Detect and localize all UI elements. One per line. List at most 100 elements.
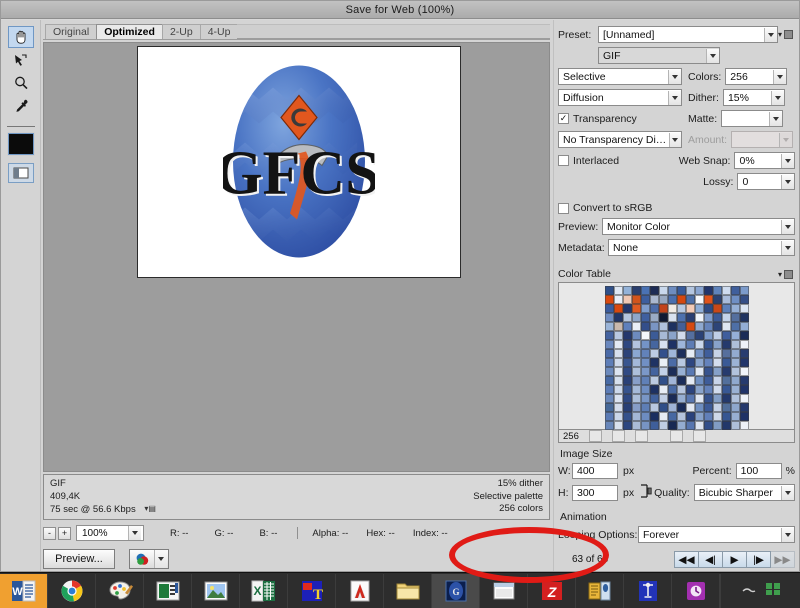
color-swatch[interactable]: [694, 412, 704, 421]
transparency-dither-select[interactable]: No Transparency Dither: [558, 131, 682, 148]
color-swatch[interactable]: [703, 385, 713, 394]
taskbar-app-gold[interactable]: [576, 573, 624, 608]
color-swatch[interactable]: [676, 394, 686, 403]
color-swatch[interactable]: [604, 358, 614, 367]
color-swatch[interactable]: [658, 349, 668, 358]
preset-panel-menu-button[interactable]: ▾: [778, 30, 795, 39]
color-swatch[interactable]: [712, 403, 722, 412]
lossy-select[interactable]: 0: [737, 173, 795, 190]
color-swatch[interactable]: [703, 412, 713, 421]
color-swatch[interactable]: [622, 376, 632, 385]
color-swatch[interactable]: [712, 322, 722, 331]
color-swatch[interactable]: [622, 367, 632, 376]
color-swatch[interactable]: [739, 385, 749, 394]
color-swatch[interactable]: [703, 421, 713, 430]
color-swatch[interactable]: [730, 313, 740, 322]
zoom-in-button[interactable]: +: [58, 526, 71, 540]
color-swatch[interactable]: [658, 376, 668, 385]
color-swatch[interactable]: [631, 358, 641, 367]
transparency-checkbox[interactable]: ✓: [558, 113, 569, 124]
color-swatch[interactable]: [685, 367, 695, 376]
color-swatch[interactable]: [640, 295, 650, 304]
color-swatch[interactable]: [712, 358, 722, 367]
color-swatch[interactable]: [712, 286, 722, 295]
color-swatch[interactable]: [667, 376, 677, 385]
color-swatch[interactable]: [622, 412, 632, 421]
color-swatch[interactable]: [712, 304, 722, 313]
constrain-proportions-icon[interactable]: [640, 483, 652, 502]
color-swatch[interactable]: [622, 313, 632, 322]
color-swatch[interactable]: [694, 394, 704, 403]
color-swatch[interactable]: [685, 403, 695, 412]
color-swatch[interactable]: [604, 412, 614, 421]
color-swatch[interactable]: [685, 412, 695, 421]
color-swatch[interactable]: [694, 313, 704, 322]
color-swatch[interactable]: [667, 412, 677, 421]
tab-4up[interactable]: 4-Up: [199, 24, 239, 39]
color-swatch[interactable]: [739, 412, 749, 421]
color-swatch[interactable]: [739, 295, 749, 304]
color-swatch[interactable]: [622, 421, 632, 430]
color-swatch[interactable]: [667, 385, 677, 394]
color-swatch[interactable]: [640, 358, 650, 367]
color-swatch[interactable]: [685, 358, 695, 367]
color-swatch[interactable]: [676, 412, 686, 421]
color-swatch[interactable]: [631, 286, 641, 295]
color-swatch[interactable]: [640, 313, 650, 322]
taskbar-app-purple[interactable]: [672, 573, 720, 608]
color-table-panel-menu-button[interactable]: ▾: [778, 269, 795, 279]
color-swatch[interactable]: [640, 322, 650, 331]
color-swatch[interactable]: [631, 340, 641, 349]
color-swatch[interactable]: [622, 358, 632, 367]
matte-select[interactable]: [721, 110, 784, 127]
color-swatch[interactable]: [604, 349, 614, 358]
color-swatch[interactable]: [667, 394, 677, 403]
color-swatch[interactable]: [622, 394, 632, 403]
color-swatch[interactable]: [613, 367, 623, 376]
color-swatch[interactable]: [676, 349, 686, 358]
color-swatch[interactable]: [649, 367, 659, 376]
color-swatch[interactable]: [676, 313, 686, 322]
zoom-out-button[interactable]: -: [43, 526, 56, 540]
color-swatch[interactable]: [676, 385, 686, 394]
color-swatch[interactable]: [694, 358, 704, 367]
color-swatch[interactable]: [640, 286, 650, 295]
color-swatch[interactable]: [622, 403, 632, 412]
color-swatch[interactable]: [730, 295, 740, 304]
delete-color-icon[interactable]: [692, 430, 706, 442]
color-swatch[interactable]: [613, 394, 623, 403]
color-swatch[interactable]: [604, 403, 614, 412]
color-swatch[interactable]: [694, 286, 704, 295]
color-swatch[interactable]: [739, 304, 749, 313]
color-swatch[interactable]: [676, 340, 686, 349]
color-swatch[interactable]: [649, 313, 659, 322]
color-swatch[interactable]: [703, 394, 713, 403]
color-swatch[interactable]: [658, 304, 668, 313]
color-swatch[interactable]: [667, 421, 677, 430]
color-swatch[interactable]: [622, 322, 632, 331]
color-swatch[interactable]: [649, 394, 659, 403]
tab-2up[interactable]: 2-Up: [161, 24, 201, 39]
color-swatch[interactable]: [739, 376, 749, 385]
color-swatch[interactable]: [649, 376, 659, 385]
color-swatch[interactable]: [712, 349, 722, 358]
tray-hidden-icons[interactable]: [741, 582, 757, 599]
color-swatch[interactable]: [667, 358, 677, 367]
preset-select[interactable]: [Unnamed]: [598, 26, 778, 43]
zoom-level-select[interactable]: 100%: [76, 525, 144, 541]
color-swatch[interactable]: [613, 358, 623, 367]
color-swatch[interactable]: [640, 367, 650, 376]
taskbar-word[interactable]: W: [0, 573, 48, 608]
color-swatch[interactable]: [604, 322, 614, 331]
color-swatch[interactable]: [667, 313, 677, 322]
color-swatch[interactable]: [721, 349, 731, 358]
color-swatch[interactable]: [622, 349, 632, 358]
color-swatch[interactable]: [685, 313, 695, 322]
color-swatch[interactable]: [721, 286, 731, 295]
tab-original[interactable]: Original: [45, 24, 98, 39]
color-swatch[interactable]: [640, 385, 650, 394]
color-swatch[interactable]: [685, 385, 695, 394]
color-swatch[interactable]: [676, 367, 686, 376]
color-swatch[interactable]: [694, 385, 704, 394]
color-swatch[interactable]: [712, 421, 722, 430]
